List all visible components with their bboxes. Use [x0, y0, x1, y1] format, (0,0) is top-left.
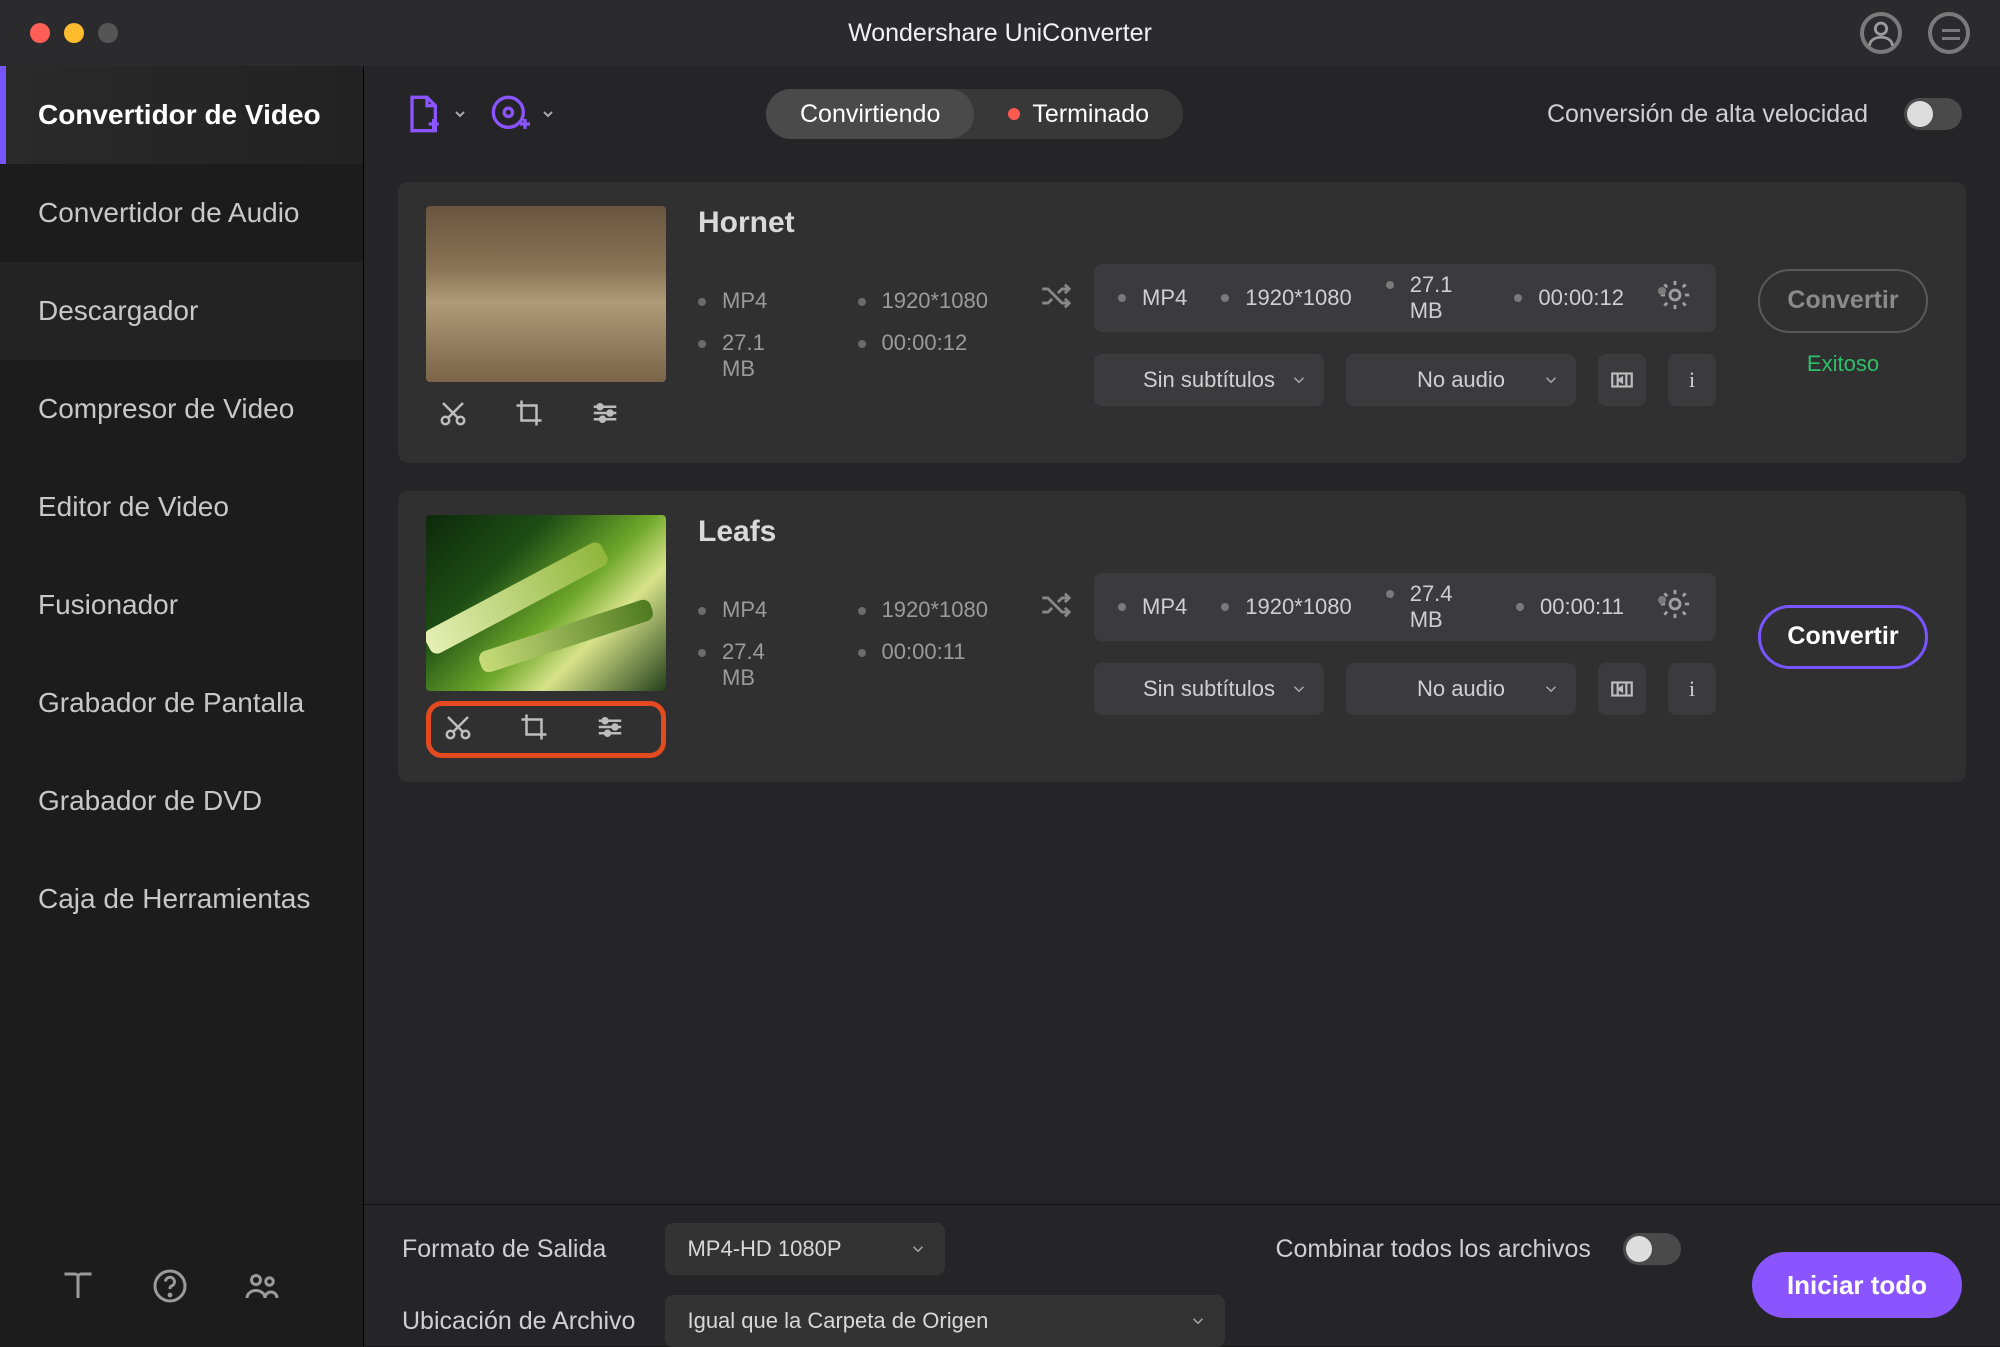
trim-icon[interactable] [443, 712, 473, 747]
close-window-icon[interactable] [30, 23, 50, 43]
sidebar-item[interactable]: Compresor de Video [0, 360, 363, 458]
convert-button: Convertir [1758, 269, 1928, 333]
video-thumbnail[interactable] [426, 515, 666, 691]
help-icon[interactable] [152, 1268, 188, 1304]
shuffle-icon[interactable] [1038, 588, 1072, 627]
high-speed-label: Conversión de alta velocidad [1547, 100, 1868, 129]
info-icon[interactable]: i [1668, 663, 1716, 715]
status-tabs: Convirtiendo Terminado [766, 89, 1183, 139]
app-title: Wondershare UniConverter [848, 19, 1152, 48]
audio-select[interactable]: No audio [1346, 663, 1576, 715]
minimize-window-icon[interactable] [64, 23, 84, 43]
output-settings[interactable]: MP41920*108027.1 MB00:00:12 [1094, 264, 1716, 332]
window-controls [30, 23, 118, 43]
sidebar-item[interactable]: Fusionador [0, 556, 363, 654]
output-location-label: Ubicación de Archivo [402, 1307, 635, 1336]
high-speed-toggle[interactable] [1904, 98, 1962, 130]
zoom-window-icon[interactable] [98, 23, 118, 43]
effects-icon[interactable] [590, 398, 620, 433]
gear-icon[interactable] [1658, 587, 1692, 627]
status-label: Exitoso [1807, 351, 1879, 377]
sidebar-item[interactable]: Grabador de DVD [0, 752, 363, 850]
add-disc-button[interactable] [490, 94, 556, 134]
subtitle-select[interactable]: Sin subtítulos [1094, 663, 1324, 715]
crop-icon[interactable] [519, 712, 549, 747]
sidebar-footer [0, 1226, 363, 1346]
guide-icon[interactable] [60, 1268, 96, 1304]
edit-tools [426, 392, 666, 439]
sidebar-item[interactable]: Grabador de Pantalla [0, 654, 363, 752]
output-location-select[interactable]: Igual que la Carpeta de Origen [665, 1295, 1225, 1347]
tab-converting[interactable]: Convirtiendo [766, 89, 974, 139]
output-format-select[interactable]: MP4-HD 1080P [665, 1223, 945, 1275]
shuffle-icon[interactable] [1038, 279, 1072, 318]
fit-icon[interactable] [1598, 354, 1646, 406]
merge-label: Combinar todos los archivos [1275, 1235, 1590, 1264]
output-location-value: Igual que la Carpeta de Origen [687, 1308, 988, 1334]
output-format-value: MP4-HD 1080P [687, 1236, 841, 1262]
add-file-button[interactable] [402, 94, 468, 134]
output-format-label: Formato de Salida [402, 1235, 635, 1264]
subtitle-select[interactable]: Sin subtítulos [1094, 354, 1324, 406]
feedback-icon[interactable] [1928, 12, 1970, 54]
edit-tools [426, 701, 666, 758]
community-icon[interactable] [244, 1268, 280, 1304]
sidebar: Convertidor de VideoConvertidor de Audio… [0, 66, 364, 1346]
titlebar: Wondershare UniConverter [0, 0, 2000, 66]
sidebar-item[interactable]: Caja de Herramientas [0, 850, 363, 948]
trim-icon[interactable] [438, 398, 468, 433]
file-title: Hornet [698, 206, 1716, 240]
account-icon[interactable] [1860, 12, 1902, 54]
gear-icon[interactable] [1658, 278, 1692, 318]
chevron-down-icon [909, 1240, 927, 1258]
output-settings[interactable]: MP41920*108027.4 MB00:00:11 [1094, 573, 1716, 641]
file-title: Leafs [698, 515, 1716, 549]
chevron-down-icon [452, 106, 468, 122]
tab-finished[interactable]: Terminado [974, 89, 1183, 139]
sidebar-item[interactable]: Editor de Video [0, 458, 363, 556]
chevron-down-icon [1189, 1312, 1207, 1330]
tab-finished-label: Terminado [1032, 100, 1149, 129]
sidebar-item[interactable]: Convertidor de Audio [0, 164, 363, 262]
toolbar: Convirtiendo Terminado Conversión de alt… [364, 66, 2000, 162]
audio-select[interactable]: No audio [1346, 354, 1576, 406]
start-all-button[interactable]: Iniciar todo [1752, 1252, 1962, 1318]
crop-icon[interactable] [514, 398, 544, 433]
file-card: Hornet MP41920*108027.1 MB00:00:12 MP41920… [398, 182, 1966, 463]
bottom-bar: Formato de Salida MP4-HD 1080P Combinar … [364, 1204, 2000, 1346]
effects-icon[interactable] [595, 712, 625, 747]
file-list: Hornet MP41920*108027.1 MB00:00:12 MP41920… [364, 162, 2000, 1204]
fit-icon[interactable] [1598, 663, 1646, 715]
status-dot-icon [1008, 108, 1020, 120]
file-card: Leafs MP41920*108027.4 MB00:00:11 MP41920*… [398, 491, 1966, 782]
info-icon[interactable]: i [1668, 354, 1716, 406]
sidebar-item[interactable]: Descargador [0, 262, 363, 360]
video-thumbnail[interactable] [426, 206, 666, 382]
convert-button[interactable]: Convertir [1758, 605, 1928, 669]
source-meta: MP41920*108027.1 MB00:00:12 [698, 288, 988, 382]
sidebar-item[interactable]: Convertidor de Video [0, 66, 363, 164]
source-meta: MP41920*108027.4 MB00:00:11 [698, 597, 988, 691]
main-panel: Convirtiendo Terminado Conversión de alt… [364, 66, 2000, 1346]
merge-toggle[interactable] [1623, 1233, 1681, 1265]
chevron-down-icon [540, 106, 556, 122]
